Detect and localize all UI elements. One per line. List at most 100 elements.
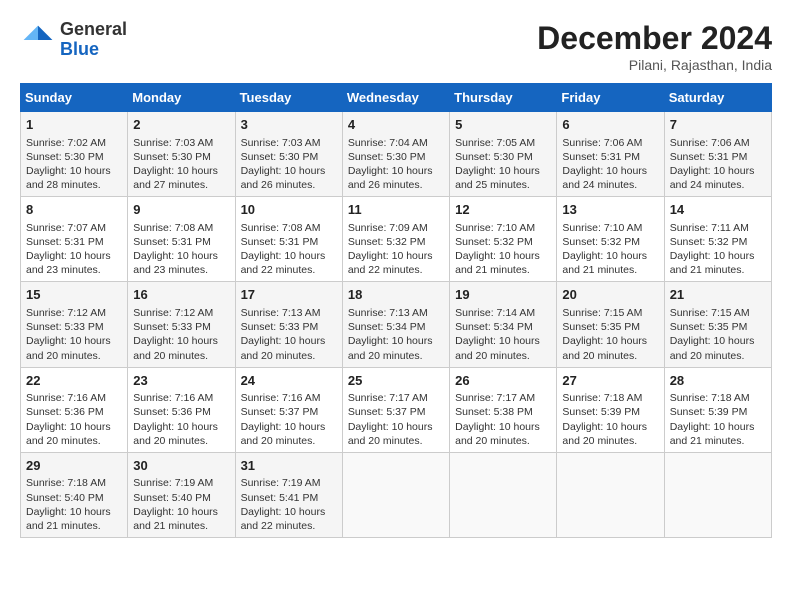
daylight-label: Daylight: 10 hours and 21 minutes. (133, 506, 218, 532)
calendar-cell: 2 Sunrise: 7:03 AM Sunset: 5:30 PM Dayli… (128, 112, 235, 197)
day-number: 26 (455, 372, 551, 390)
daylight-label: Daylight: 10 hours and 20 minutes. (133, 421, 218, 447)
calendar-cell (557, 452, 664, 537)
daylight-label: Daylight: 10 hours and 20 minutes. (562, 421, 647, 447)
day-number: 29 (26, 457, 122, 475)
sunrise-label: Sunrise: 7:19 AM (133, 477, 213, 489)
day-number: 1 (26, 116, 122, 134)
daylight-label: Daylight: 10 hours and 20 minutes. (455, 335, 540, 361)
sunrise-label: Sunrise: 7:15 AM (562, 307, 642, 319)
sunset-label: Sunset: 5:32 PM (455, 236, 533, 248)
calendar-cell: 15 Sunrise: 7:12 AM Sunset: 5:33 PM Dayl… (21, 282, 128, 367)
calendar-header-row: SundayMondayTuesdayWednesdayThursdayFrid… (21, 84, 772, 112)
sunrise-label: Sunrise: 7:19 AM (241, 477, 321, 489)
calendar-cell (342, 452, 449, 537)
sunset-label: Sunset: 5:31 PM (26, 236, 104, 248)
daylight-label: Daylight: 10 hours and 22 minutes. (241, 250, 326, 276)
sunrise-label: Sunrise: 7:18 AM (562, 392, 642, 404)
daylight-label: Daylight: 10 hours and 26 minutes. (241, 165, 326, 191)
daylight-label: Daylight: 10 hours and 20 minutes. (670, 335, 755, 361)
daylight-label: Daylight: 10 hours and 20 minutes. (133, 335, 218, 361)
sunset-label: Sunset: 5:32 PM (348, 236, 426, 248)
sunrise-label: Sunrise: 7:17 AM (455, 392, 535, 404)
sunrise-label: Sunrise: 7:12 AM (26, 307, 106, 319)
sunrise-label: Sunrise: 7:16 AM (133, 392, 213, 404)
calendar-cell: 9 Sunrise: 7:08 AM Sunset: 5:31 PM Dayli… (128, 197, 235, 282)
sunset-label: Sunset: 5:33 PM (26, 321, 104, 333)
sunrise-label: Sunrise: 7:07 AM (26, 222, 106, 234)
sunset-label: Sunset: 5:35 PM (670, 321, 748, 333)
calendar-cell (664, 452, 771, 537)
calendar-cell: 1 Sunrise: 7:02 AM Sunset: 5:30 PM Dayli… (21, 112, 128, 197)
day-number: 17 (241, 286, 337, 304)
daylight-label: Daylight: 10 hours and 20 minutes. (348, 335, 433, 361)
sunset-label: Sunset: 5:30 PM (133, 151, 211, 163)
calendar-week-row: 15 Sunrise: 7:12 AM Sunset: 5:33 PM Dayl… (21, 282, 772, 367)
sunset-label: Sunset: 5:31 PM (133, 236, 211, 248)
day-number: 27 (562, 372, 658, 390)
day-number: 31 (241, 457, 337, 475)
sunrise-label: Sunrise: 7:06 AM (670, 137, 750, 149)
sunset-label: Sunset: 5:32 PM (562, 236, 640, 248)
calendar-cell: 28 Sunrise: 7:18 AM Sunset: 5:39 PM Dayl… (664, 367, 771, 452)
sunrise-label: Sunrise: 7:08 AM (133, 222, 213, 234)
calendar-week-row: 29 Sunrise: 7:18 AM Sunset: 5:40 PM Dayl… (21, 452, 772, 537)
calendar-cell: 10 Sunrise: 7:08 AM Sunset: 5:31 PM Dayl… (235, 197, 342, 282)
sunset-label: Sunset: 5:30 PM (348, 151, 426, 163)
calendar-cell (450, 452, 557, 537)
sunset-label: Sunset: 5:37 PM (348, 406, 426, 418)
daylight-label: Daylight: 10 hours and 26 minutes. (348, 165, 433, 191)
sunrise-label: Sunrise: 7:18 AM (26, 477, 106, 489)
title-block: December 2024 Pilani, Rajasthan, India (537, 20, 772, 73)
calendar-header-day: Saturday (664, 84, 771, 112)
logo-blue-text: Blue (60, 40, 127, 60)
sunrise-label: Sunrise: 7:06 AM (562, 137, 642, 149)
day-number: 12 (455, 201, 551, 219)
day-number: 30 (133, 457, 229, 475)
calendar-cell: 5 Sunrise: 7:05 AM Sunset: 5:30 PM Dayli… (450, 112, 557, 197)
sunrise-label: Sunrise: 7:16 AM (241, 392, 321, 404)
daylight-label: Daylight: 10 hours and 20 minutes. (26, 421, 111, 447)
logo: General Blue (20, 20, 127, 60)
calendar-header-day: Tuesday (235, 84, 342, 112)
daylight-label: Daylight: 10 hours and 21 minutes. (455, 250, 540, 276)
sunrise-label: Sunrise: 7:05 AM (455, 137, 535, 149)
day-number: 4 (348, 116, 444, 134)
day-number: 15 (26, 286, 122, 304)
calendar-cell: 27 Sunrise: 7:18 AM Sunset: 5:39 PM Dayl… (557, 367, 664, 452)
day-number: 28 (670, 372, 766, 390)
sunrise-label: Sunrise: 7:10 AM (455, 222, 535, 234)
sunset-label: Sunset: 5:36 PM (133, 406, 211, 418)
calendar-cell: 25 Sunrise: 7:17 AM Sunset: 5:37 PM Dayl… (342, 367, 449, 452)
calendar-header-day: Friday (557, 84, 664, 112)
daylight-label: Daylight: 10 hours and 20 minutes. (348, 421, 433, 447)
sunset-label: Sunset: 5:30 PM (241, 151, 319, 163)
sunset-label: Sunset: 5:33 PM (241, 321, 319, 333)
sunset-label: Sunset: 5:31 PM (241, 236, 319, 248)
day-number: 7 (670, 116, 766, 134)
daylight-label: Daylight: 10 hours and 20 minutes. (562, 335, 647, 361)
day-number: 20 (562, 286, 658, 304)
sunset-label: Sunset: 5:35 PM (562, 321, 640, 333)
daylight-label: Daylight: 10 hours and 20 minutes. (241, 335, 326, 361)
calendar-cell: 20 Sunrise: 7:15 AM Sunset: 5:35 PM Dayl… (557, 282, 664, 367)
daylight-label: Daylight: 10 hours and 20 minutes. (26, 335, 111, 361)
day-number: 6 (562, 116, 658, 134)
day-number: 8 (26, 201, 122, 219)
sunset-label: Sunset: 5:36 PM (26, 406, 104, 418)
calendar-cell: 22 Sunrise: 7:16 AM Sunset: 5:36 PM Dayl… (21, 367, 128, 452)
sunset-label: Sunset: 5:34 PM (455, 321, 533, 333)
daylight-label: Daylight: 10 hours and 23 minutes. (26, 250, 111, 276)
sunrise-label: Sunrise: 7:03 AM (241, 137, 321, 149)
sunset-label: Sunset: 5:31 PM (562, 151, 640, 163)
calendar-cell: 3 Sunrise: 7:03 AM Sunset: 5:30 PM Dayli… (235, 112, 342, 197)
daylight-label: Daylight: 10 hours and 28 minutes. (26, 165, 111, 191)
day-number: 25 (348, 372, 444, 390)
calendar-week-row: 1 Sunrise: 7:02 AM Sunset: 5:30 PM Dayli… (21, 112, 772, 197)
sunset-label: Sunset: 5:40 PM (26, 492, 104, 504)
calendar-cell: 23 Sunrise: 7:16 AM Sunset: 5:36 PM Dayl… (128, 367, 235, 452)
calendar-cell: 17 Sunrise: 7:13 AM Sunset: 5:33 PM Dayl… (235, 282, 342, 367)
sunrise-label: Sunrise: 7:09 AM (348, 222, 428, 234)
sunset-label: Sunset: 5:30 PM (455, 151, 533, 163)
calendar-cell: 18 Sunrise: 7:13 AM Sunset: 5:34 PM Dayl… (342, 282, 449, 367)
